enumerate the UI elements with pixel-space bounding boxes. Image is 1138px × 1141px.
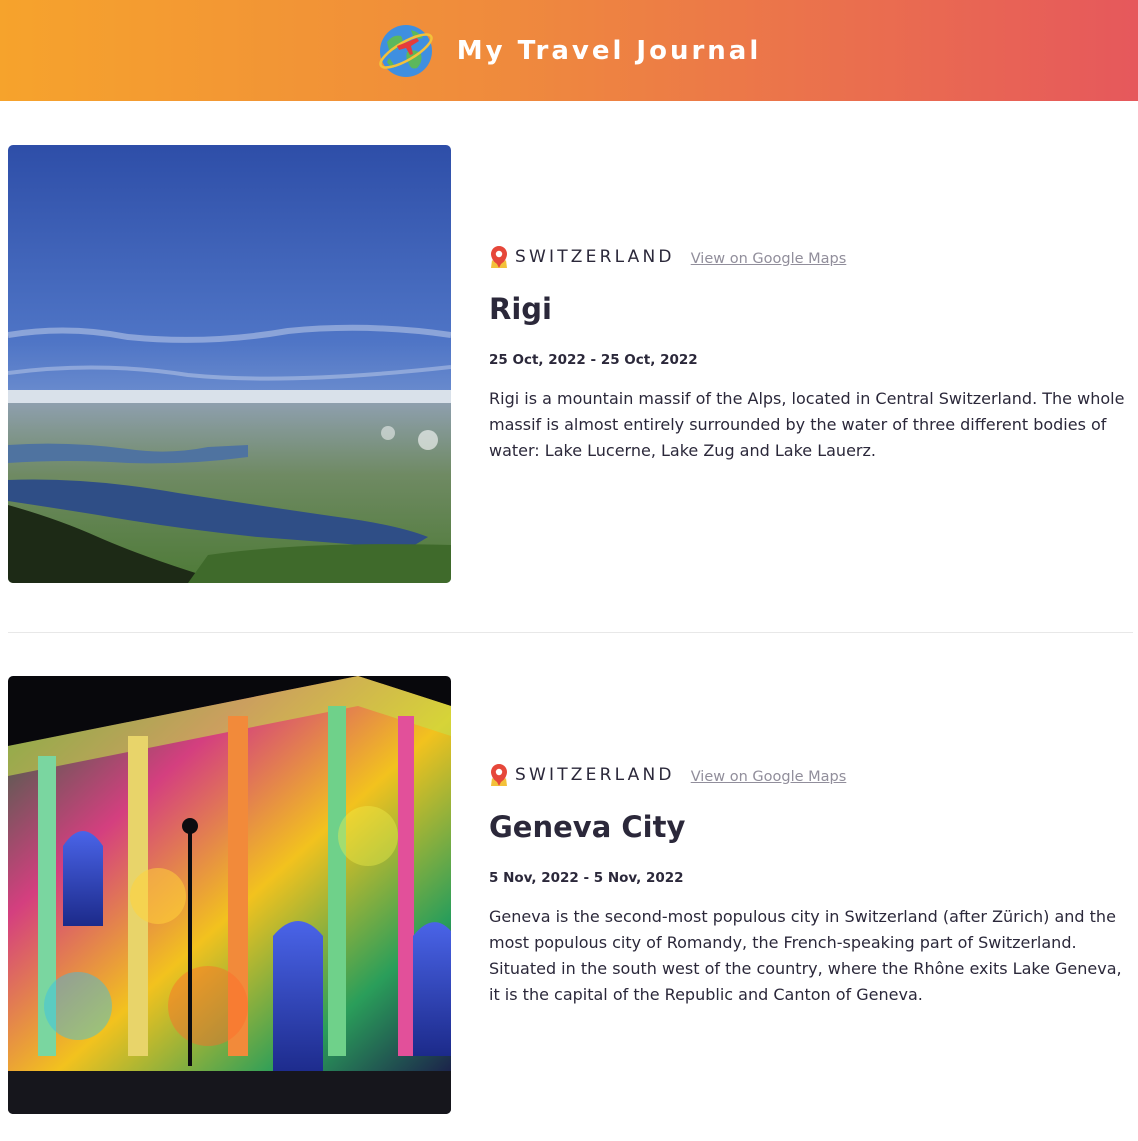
entry-description: Geneva is the second-most populous city … <box>489 907 1122 1004</box>
google-maps-link[interactable]: View on Google Maps <box>691 251 847 267</box>
location-pin-icon <box>491 764 507 786</box>
entry-dates: 5 Nov, 2022 - 5 Nov, 2022 <box>489 870 684 886</box>
google-maps-link[interactable]: View on Google Maps <box>691 769 847 785</box>
app-title: My Travel Journal <box>456 35 762 66</box>
entry-info: SWITZERLAND View on Google Maps Geneva C… <box>489 676 1129 1008</box>
illuminated-building-photo <box>8 676 451 1114</box>
entry-info: SWITZERLAND View on Google Maps Rigi 25 … <box>489 145 1129 464</box>
journal-entry: SWITZERLAND View on Google Maps Rigi 25 … <box>8 145 1134 583</box>
entry-photo <box>8 676 451 1114</box>
location-pin-icon <box>491 246 507 268</box>
entry-dates: 25 Oct, 2022 - 25 Oct, 2022 <box>489 352 698 368</box>
mountain-lake-photo <box>8 145 451 583</box>
entry-divider <box>8 632 1133 633</box>
location-row: SWITZERLAND View on Google Maps <box>489 763 1129 787</box>
globe-icon <box>378 24 433 77</box>
entry-photo <box>8 145 451 583</box>
app-header: My Travel Journal <box>0 0 1138 101</box>
entry-title: Rigi <box>489 292 552 326</box>
journal-entry: SWITZERLAND View on Google Maps Geneva C… <box>8 676 1134 1114</box>
entry-title: Geneva City <box>489 810 686 844</box>
country-label: SWITZERLAND <box>515 765 675 785</box>
entry-description: Rigi is a mountain massif of the Alps, l… <box>489 389 1125 460</box>
country-label: SWITZERLAND <box>515 247 675 267</box>
location-row: SWITZERLAND View on Google Maps <box>489 245 1129 269</box>
